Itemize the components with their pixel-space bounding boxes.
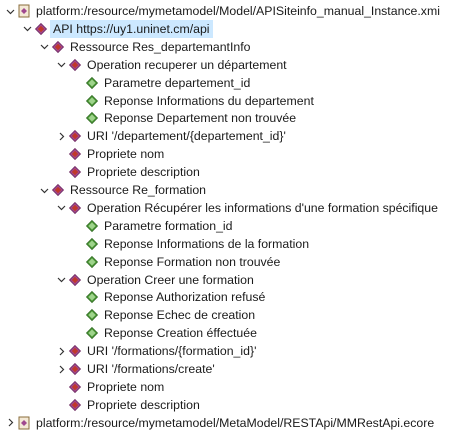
tree-row-label: Operation recuperer un département [87,57,287,72]
tree-row-label: Reponse Creation éffectuée [104,326,257,341]
diamond-icon [67,397,83,413]
chevron-down-icon[interactable] [38,38,50,56]
tree-row[interactable]: platform:/resource/mymetamodel/MetaModel… [0,414,469,432]
tree-row-label: platform:/resource/mymetamodel/Model/API… [36,4,440,18]
tree-row-label: URI '/departement/{departement_id}' [87,129,286,144]
chevron-right-icon[interactable] [55,360,67,378]
diamond-icon [67,164,83,180]
tree-row[interactable]: Reponse Informations de la formation [0,235,469,253]
tree-row-label: Reponse Formation non trouvée [104,254,281,269]
diamond-icon [50,182,66,198]
tree-row[interactable]: Propriete description [0,396,469,414]
tree-row-label: Parametre formation_id [104,218,233,233]
chevron-down-icon[interactable] [55,199,67,217]
tree-row[interactable]: Reponse Informations du departement [0,92,469,110]
tree-row-label: Propriete description [87,397,200,412]
diamond-icon [67,57,83,73]
model-tree: platform:/resource/mymetamodel/Model/API… [0,0,469,435]
tree-row-label: URI '/formations/{formation_id}' [87,344,257,359]
tree-row[interactable]: API https://uy1.uninet.cm/api [0,19,469,38]
tree-row-label: Reponse Informations du departement [104,93,314,108]
green-diamond-icon [84,218,100,234]
chevron-down-icon[interactable] [4,2,16,20]
green-diamond-icon [84,110,100,126]
tree-row-label: Ressource Res_departemantInfo [70,39,251,54]
chevron-right-icon[interactable] [55,342,67,360]
tree-row[interactable]: platform:/resource/mymetamodel/Model/API… [0,2,469,20]
tree-row-label: Ressource Re_formation [70,183,207,197]
green-diamond-icon [84,289,100,305]
tree-row[interactable]: Reponse Echec de creation [0,306,469,324]
diamond-icon [50,39,66,55]
diamond-icon [67,343,83,359]
tree-row-label: Parametre departement_id [104,75,251,90]
tree-row[interactable]: URI '/departement/{departement_id}' [0,127,469,145]
green-diamond-icon [84,236,100,252]
resource-file-icon [16,415,32,431]
tree-row-label: platform:/resource/mymetamodel/MetaModel… [36,415,435,430]
tree-row[interactable]: Reponse Departement non trouvée [0,109,469,127]
chevron-down-icon[interactable] [55,271,67,289]
tree-row-label: Reponse Echec de creation [104,308,256,323]
tree-row[interactable]: Ressource Res_departemantInfo [0,38,469,56]
tree-row-label: Reponse Informations de la formation [104,236,310,251]
tree-row-label: URI '/formations/create' [87,362,215,376]
tree-row[interactable]: Operation Récupérer les informations d'u… [0,199,469,217]
resource-file-icon [16,3,32,19]
tree-row-label: Propriete nom [87,379,165,394]
tree-row[interactable]: URI '/formations/create' [0,360,469,378]
tree-row[interactable]: Propriete description [0,163,469,181]
diamond-icon [67,200,83,216]
tree-row-label: Propriete description [87,165,200,180]
green-diamond-icon [84,75,100,91]
tree-row[interactable]: Reponse Formation non trouvée [0,253,469,271]
tree-row[interactable]: Operation recuperer un département [0,56,469,74]
diamond-icon [67,379,83,395]
chevron-down-icon[interactable] [38,181,50,199]
green-diamond-icon [84,325,100,341]
chevron-right-icon[interactable] [4,414,16,432]
tree-row[interactable]: Propriete nom [0,145,469,163]
green-diamond-icon [84,93,100,109]
tree-row[interactable]: URI '/formations/{formation_id}' [0,342,469,360]
tree-row-label: Reponse Authorization refusé [104,290,266,305]
diamond-icon [33,21,49,37]
tree-row-label: Propriete nom [87,147,165,162]
chevron-down-icon[interactable] [55,56,67,74]
chevron-right-icon[interactable] [55,127,67,145]
tree-row[interactable]: Parametre formation_id [0,217,469,235]
tree-row[interactable]: Parametre departement_id [0,74,469,92]
diamond-icon [67,128,83,144]
tree-row-label: Reponse Departement non trouvée [104,111,297,126]
diamond-icon [67,146,83,162]
diamond-icon [67,361,83,377]
diamond-icon [67,272,83,288]
tree-row[interactable]: Operation Creer une formation [0,271,469,289]
tree-row[interactable]: Propriete nom [0,378,469,396]
tree-row-label: API https://uy1.uninet.cm/api [50,19,213,38]
tree-row-label: Operation Creer une formation [87,272,254,287]
tree-row[interactable]: Reponse Creation éffectuée [0,324,469,342]
green-diamond-icon [84,307,100,323]
chevron-down-icon[interactable] [21,20,33,38]
tree-row[interactable]: Ressource Re_formation [0,181,469,199]
tree-row-label: Operation Récupérer les informations d'u… [87,200,438,215]
tree-row[interactable]: Reponse Authorization refusé [0,288,469,306]
green-diamond-icon [84,254,100,270]
